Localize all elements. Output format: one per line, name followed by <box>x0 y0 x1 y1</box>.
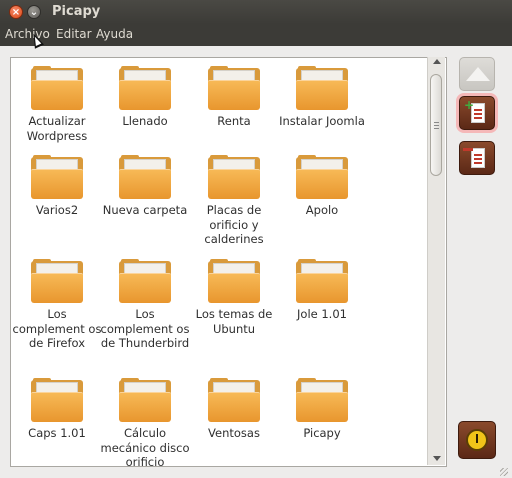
close-icon[interactable]: × <box>9 5 23 19</box>
folder-label: Los temas de Ubuntu <box>195 307 273 336</box>
folder-label: Placas de orificio y calderines <box>204 203 264 246</box>
plus-icon: + <box>464 98 475 112</box>
up-button[interactable] <box>459 57 495 91</box>
folder-icon <box>119 66 171 110</box>
folder-label: Renta <box>217 114 251 128</box>
folder-item[interactable]: Instalar Joomla <box>277 66 367 129</box>
folder-icon <box>119 259 171 303</box>
folder-icon <box>31 66 83 110</box>
folder-label: Instalar Joomla <box>279 114 365 128</box>
folder-icon <box>296 259 348 303</box>
folder-item[interactable]: Jole 1.01 <box>277 259 367 322</box>
folder-label: Actualizar Wordpress <box>26 114 88 143</box>
folder-list: Actualizar Wordpress Llenado Renta Insta… <box>10 57 447 467</box>
folder-icon <box>296 66 348 110</box>
app-window: × ⌄ Picapy Archivo Editar Ayuda Actualiz… <box>0 0 512 478</box>
folder-label: Picapy <box>303 426 341 440</box>
power-button[interactable] <box>458 421 496 459</box>
scroll-thumb[interactable] <box>430 74 442 176</box>
folder-label: Apolo <box>305 203 339 217</box>
folder-icon <box>31 259 83 303</box>
scroll-up-icon[interactable] <box>433 59 441 64</box>
folder-label: Caps 1.01 <box>28 426 86 440</box>
add-document-button[interactable]: + <box>459 96 495 130</box>
folder-item[interactable]: Llenado <box>100 66 190 129</box>
folder-icon <box>208 378 260 422</box>
minus-icon <box>463 148 473 151</box>
menu-bar: Archivo Editar Ayuda <box>0 24 512 46</box>
folder-item[interactable]: Actualizar Wordpress <box>12 66 102 143</box>
folder-icon <box>31 378 83 422</box>
folder-icon <box>208 259 260 303</box>
menu-editar[interactable]: Editar <box>56 27 92 41</box>
minimize-icon[interactable]: ⌄ <box>27 5 41 19</box>
folder-item[interactable]: Los complement os de Firefox <box>12 259 102 351</box>
menu-ayuda[interactable]: Ayuda <box>96 27 133 41</box>
folder-icon <box>296 378 348 422</box>
status-bar <box>0 468 512 478</box>
folder-icon <box>31 155 83 199</box>
up-arrow-icon <box>466 67 490 81</box>
folder-item[interactable]: Picapy <box>277 378 367 441</box>
folder-label: Jole 1.01 <box>297 307 347 321</box>
folder-icon <box>119 378 171 422</box>
power-icon <box>466 429 488 451</box>
folder-label: Llenado <box>122 114 168 128</box>
resize-grip-icon[interactable] <box>500 468 508 476</box>
vertical-scrollbar[interactable] <box>427 57 445 465</box>
remove-document-icon <box>471 148 485 168</box>
window-title: Picapy <box>52 4 101 19</box>
scroll-down-icon[interactable] <box>433 456 441 461</box>
remove-document-button[interactable] <box>459 141 495 175</box>
folder-icon <box>119 155 171 199</box>
folder-icon <box>208 155 260 199</box>
folder-icon <box>208 66 260 110</box>
title-bar: × ⌄ Picapy <box>0 0 512 24</box>
folder-item[interactable]: Placas de orificio y calderines <box>189 155 279 247</box>
folder-label: Cálculo mecánico disco orificio <box>100 426 190 467</box>
folder-label: Los complement os de Firefox <box>12 307 102 350</box>
menu-archivo[interactable]: Archivo <box>5 27 50 41</box>
folder-item[interactable]: Ventosas <box>189 378 279 441</box>
folder-item[interactable]: Cálculo mecánico disco orificio <box>100 378 190 467</box>
folder-item[interactable]: Los complement os de Thunderbird <box>100 259 190 351</box>
folder-label: Los complement os de Thunderbird <box>100 307 190 350</box>
folder-item[interactable]: Renta <box>189 66 279 129</box>
folder-label: Varios2 <box>35 203 79 217</box>
folder-item[interactable]: Los temas de Ubuntu <box>189 259 279 336</box>
folder-label: Ventosas <box>208 426 260 440</box>
folder-icon <box>296 155 348 199</box>
folder-item[interactable]: Apolo <box>277 155 367 218</box>
folder-item[interactable]: Varios2 <box>12 155 102 218</box>
folder-item[interactable]: Nueva carpeta <box>100 155 190 218</box>
folder-item[interactable]: Caps 1.01 <box>12 378 102 441</box>
folder-label: Nueva carpeta <box>102 203 188 217</box>
